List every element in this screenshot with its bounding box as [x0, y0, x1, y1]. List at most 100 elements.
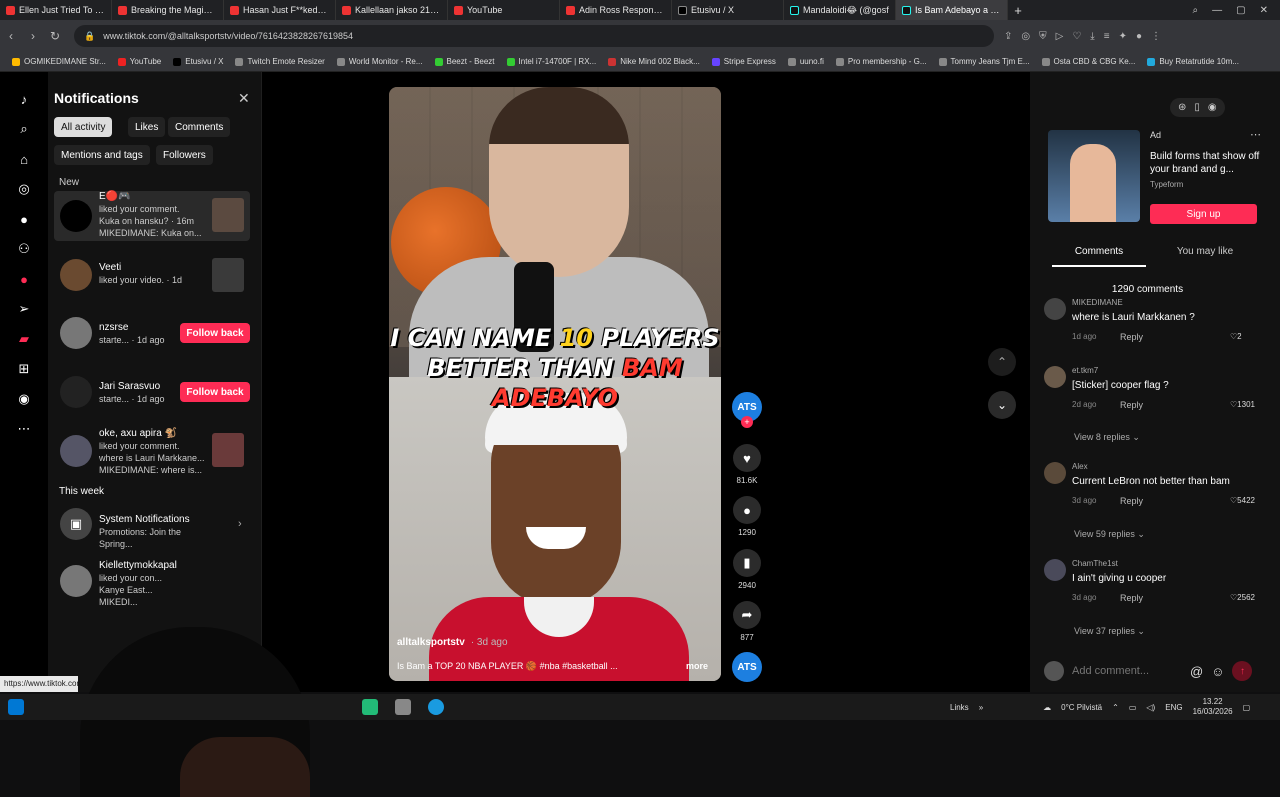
upload-icon[interactable]: ⊞ [15, 360, 33, 378]
notification-item[interactable]: Veeti liked your video. · 1d [54, 252, 250, 302]
video-author[interactable]: alltalksportstv · 3d ago [397, 637, 508, 648]
filter-all-activity[interactable]: All activity [54, 117, 113, 137]
bookmark[interactable]: Pro membership - G... [830, 57, 933, 66]
explore-icon[interactable]: ◎ [15, 180, 33, 198]
menu-icon[interactable]: ≡ [1104, 31, 1110, 42]
ad-more-icon[interactable]: ⋯ [1250, 128, 1261, 141]
close-icon[interactable]: ✕ [238, 90, 250, 107]
live-icon[interactable]: ● [15, 270, 33, 288]
bookmark[interactable]: uuno.fi [782, 57, 830, 66]
bookmark[interactable]: Nike Mind 002 Black... [602, 57, 706, 66]
back-icon[interactable]: ‹ [0, 29, 22, 43]
avatar[interactable] [1044, 298, 1066, 320]
view-replies[interactable]: View 37 replies ⌄ [1074, 626, 1145, 637]
activity-icon[interactable]: ▰ [15, 330, 33, 348]
more-link[interactable]: more [686, 661, 708, 671]
comment-like[interactable]: ♡1301 [1230, 400, 1255, 409]
filter-followers[interactable]: Followers [156, 145, 213, 165]
bookmark[interactable]: Beezt - Beezt [429, 57, 501, 66]
author-avatar[interactable]: ATS + [730, 392, 764, 428]
filter-likes[interactable]: Likes [128, 117, 166, 137]
tab-comments[interactable]: Comments [1052, 246, 1146, 267]
heart-icon[interactable]: ♡ [1072, 31, 1081, 42]
previous-video-button[interactable]: ⌃ [988, 348, 1016, 376]
following-avatar-icon[interactable]: ● [15, 210, 33, 228]
reply-button[interactable]: Reply [1120, 593, 1143, 603]
profile-icon[interactable]: ◉ [15, 390, 33, 408]
comment-like[interactable]: ♡2 [1230, 332, 1242, 341]
filter-comments[interactable]: Comments [168, 117, 231, 137]
new-tab-button[interactable]: + [1008, 3, 1028, 18]
like-button[interactable]: ♥ 81.6K [730, 444, 764, 485]
edge-icon[interactable] [428, 699, 444, 715]
bookmark[interactable]: Intel i7-14700F | RX... [501, 57, 603, 66]
tiktok-logo-icon[interactable]: ♪ [15, 90, 33, 108]
network-icon[interactable]: ▭ [1129, 703, 1137, 712]
emoji-icon[interactable]: ☺ [1211, 664, 1224, 679]
app-icon[interactable] [395, 699, 411, 715]
send-icon[interactable]: ↑ [1232, 661, 1253, 681]
links-toolbar[interactable]: Links [950, 703, 969, 712]
bookmark[interactable]: YouTube [112, 57, 167, 66]
browser-tab[interactable]: Etusivu / X [672, 0, 784, 20]
bookmark[interactable]: Osta CBD & CBG Ke... [1036, 57, 1142, 66]
follow-plus-icon[interactable]: + [741, 416, 753, 428]
reply-button[interactable]: Reply [1120, 496, 1143, 506]
browser-tab[interactable]: Adin Ross Responds to G [560, 0, 672, 20]
play-icon[interactable]: ▷ [1056, 31, 1064, 42]
notification-item[interactable]: oke, axu apira 🐒 liked your comment. whe… [54, 426, 250, 476]
forward-icon[interactable]: › [22, 29, 44, 43]
ad-image[interactable] [1048, 130, 1140, 222]
more-icon[interactable]: ⋮ [1151, 31, 1161, 42]
bookmark[interactable]: Tommy Jeans Tjm E... [933, 57, 1036, 66]
puzzle-icon[interactable]: ✦ [1119, 31, 1127, 42]
filter-mentions[interactable]: Mentions and tags [54, 145, 150, 165]
profile-icon[interactable]: ● [1136, 31, 1142, 42]
save-button[interactable]: ▮ 2940 [730, 549, 764, 590]
next-video-button[interactable]: ⌄ [988, 391, 1016, 419]
comment-button[interactable]: ● 1290 [730, 496, 764, 537]
browser-tab[interactable]: Kallellaan jakso 21. Mitä m [336, 0, 448, 20]
user-avatar-icon[interactable]: ◉ [1208, 102, 1217, 113]
avatar[interactable] [1044, 462, 1066, 484]
comment-like[interactable]: ♡2562 [1230, 593, 1255, 602]
reload-icon[interactable]: ↻ [44, 29, 66, 43]
video-thumbnail[interactable] [212, 198, 244, 232]
follow-back-button[interactable]: Follow back [180, 382, 250, 402]
bookmark[interactable]: Buy Retatrutide 10m... [1141, 57, 1245, 66]
search-icon[interactable]: ⌕ [15, 120, 33, 138]
app-icon[interactable] [362, 699, 378, 715]
video-thumbnail[interactable] [212, 258, 244, 292]
notification-item[interactable]: nzsrse starte... · 1d ago Follow back [54, 310, 250, 360]
minimize-icon[interactable]: — [1212, 5, 1222, 16]
ad-signup-button[interactable]: Sign up [1150, 204, 1257, 224]
browser-tab[interactable]: YouTube [448, 0, 560, 20]
reply-button[interactable]: Reply [1120, 332, 1143, 342]
bookmark[interactable]: Stripe Express [706, 57, 782, 66]
maximize-icon[interactable]: ▢ [1236, 5, 1245, 16]
device-icon[interactable]: ▯ [1194, 102, 1200, 113]
system-notification-item[interactable]: ▣ System Notifications Promotions: Join … [54, 500, 250, 550]
follow-back-button[interactable]: Follow back [180, 323, 250, 343]
weather-text[interactable]: 0°C Pilvistä [1061, 703, 1102, 712]
reply-button[interactable]: Reply [1120, 400, 1143, 410]
browser-tab[interactable]: Breaking the Magician's C [112, 0, 224, 20]
browser-tab-active[interactable]: Is Bam Adebayo a Top [896, 0, 1008, 20]
tab-you-may-like[interactable]: You may like [1160, 246, 1250, 257]
comment-input[interactable] [1072, 665, 1182, 677]
url-field[interactable]: 🔒 www.tiktok.com/@alltalksportstv/video/… [74, 25, 994, 47]
browser-tab[interactable]: Mandaloidi😂 (@gosf [784, 0, 896, 20]
bookmark[interactable]: OGMIKEDIMANE Str... [6, 57, 112, 66]
close-window-icon[interactable]: ✕ [1260, 5, 1268, 16]
bookmark[interactable]: World Monitor - Re... [331, 57, 429, 66]
notification-item[interactable]: E🔴🎮 liked your comment. Kuka on hansku? … [54, 191, 250, 241]
download-icon[interactable]: ⤓ [1090, 31, 1094, 42]
view-replies[interactable]: View 59 replies ⌄ [1074, 529, 1145, 540]
messages-icon[interactable]: ➢ [15, 300, 33, 318]
browser-tab[interactable]: Ellen Just Tried To Comeb [0, 0, 112, 20]
video-player[interactable]: I CAN NAME 10 PLAYERS BETTER THAN BAM AD… [389, 87, 721, 681]
sound-avatar[interactable]: ATS [730, 652, 764, 682]
avatar[interactable] [1044, 559, 1066, 581]
share-icon[interactable]: ⇪ [1004, 31, 1012, 42]
more-icon[interactable]: ⋯ [15, 420, 33, 438]
